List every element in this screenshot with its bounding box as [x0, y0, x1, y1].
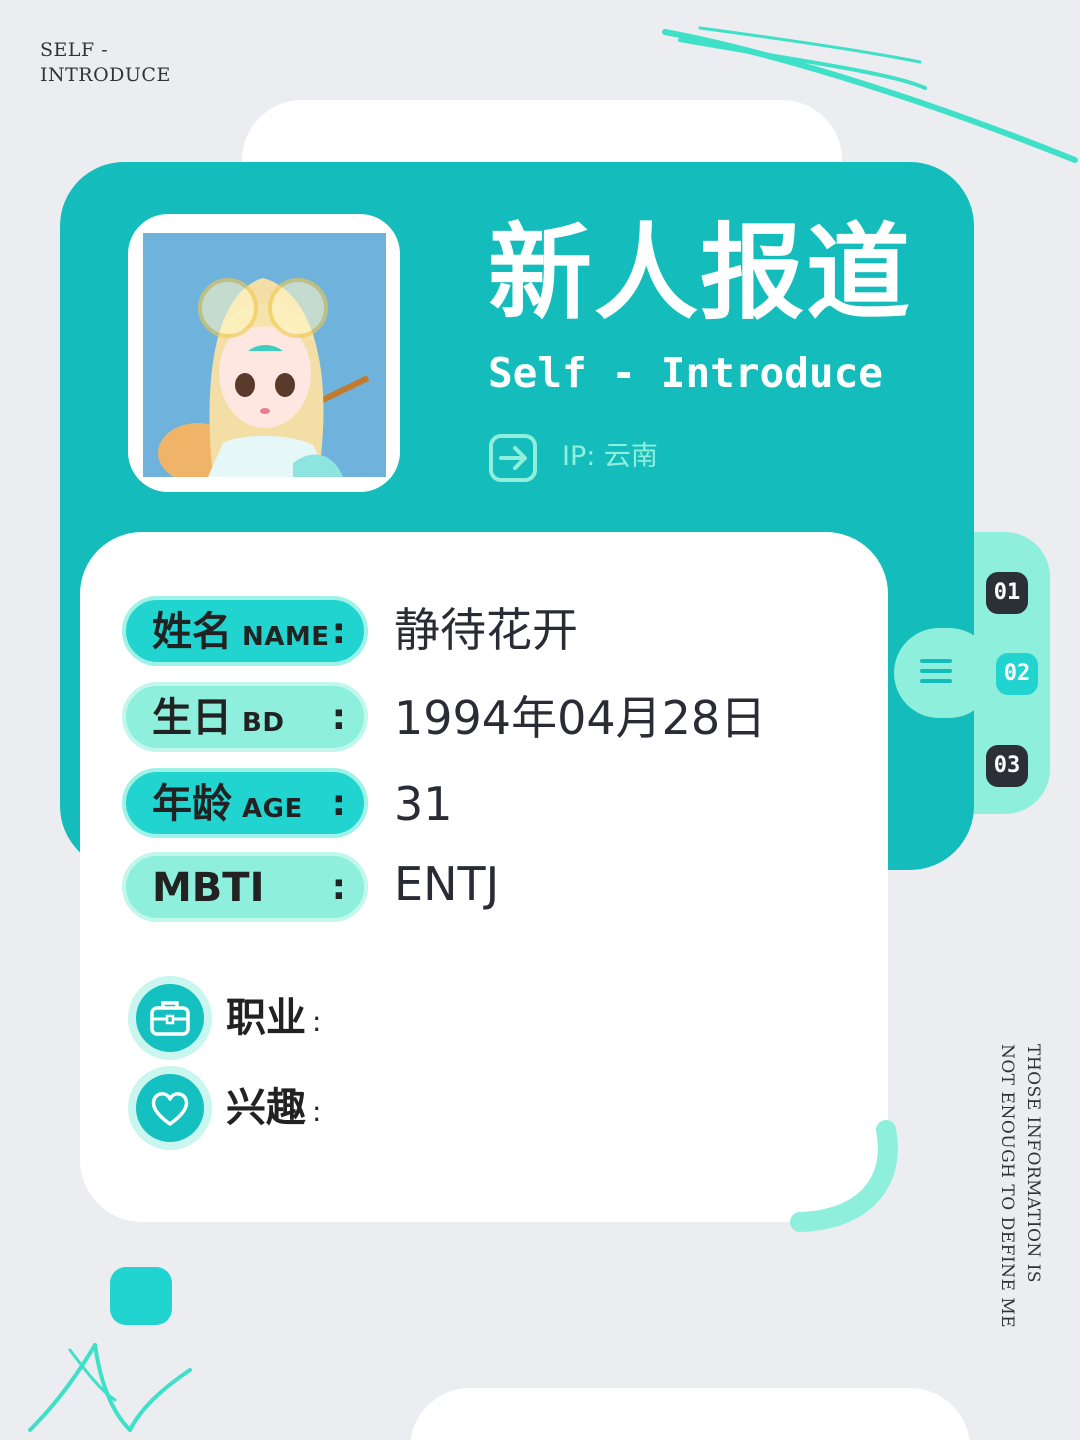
ip-location: IP: 云南	[562, 441, 658, 472]
page-subtitle: Self - Introduce	[488, 349, 883, 397]
location-arrow-icon	[489, 434, 537, 482]
menu-icon[interactable]	[918, 655, 956, 689]
page-title: 新人报道	[488, 212, 913, 334]
decor-pill	[110, 1267, 172, 1325]
side-caption: THOSE INFORMATION IS NOT ENOUGH TO DEFIN…	[997, 1044, 1043, 1329]
hobby-icon-badge	[128, 1066, 212, 1150]
name-label-pill: 姓名 NAME :	[122, 596, 368, 666]
name-value: 静待花开	[394, 603, 578, 657]
birthday-value: 1994年04月28日	[394, 691, 767, 745]
briefcase-icon	[150, 1001, 190, 1036]
corner-arc-accent	[790, 1120, 898, 1232]
name-tag: NAME	[242, 622, 330, 652]
age-value: 31	[394, 777, 453, 831]
brush-stroke-bottom	[28, 1343, 192, 1432]
job-label: 职业:	[226, 995, 322, 1041]
birthday-colon: :	[331, 697, 346, 738]
tab-03[interactable]: 03	[986, 745, 1028, 787]
name-label: 姓名	[152, 609, 232, 655]
hobby-label: 兴趣:	[226, 1085, 322, 1131]
heart-icon	[151, 1092, 189, 1126]
birthday-label: 生日	[152, 695, 232, 741]
tab-01[interactable]: 01	[986, 572, 1028, 614]
bottom-card	[410, 1388, 970, 1440]
corner-label: SELF - INTRODUCE	[40, 39, 171, 86]
mbti-value: ENTJ	[394, 857, 500, 911]
mbti-colon: :	[331, 867, 346, 908]
job-icon-badge	[128, 976, 212, 1060]
age-colon: :	[331, 783, 346, 824]
birthday-tag: BD	[242, 708, 285, 738]
birthday-label-pill: 生日 BD :	[122, 682, 368, 752]
age-tag: AGE	[242, 794, 303, 824]
age-label: 年龄	[152, 781, 232, 827]
mbti-label-pill: MBTI :	[122, 852, 368, 922]
name-colon: :	[331, 611, 346, 652]
mbti-label: MBTI	[152, 865, 265, 911]
avatar	[143, 233, 386, 477]
age-label-pill: 年龄 AGE :	[122, 768, 368, 838]
tab-02[interactable]: 02	[996, 653, 1038, 695]
